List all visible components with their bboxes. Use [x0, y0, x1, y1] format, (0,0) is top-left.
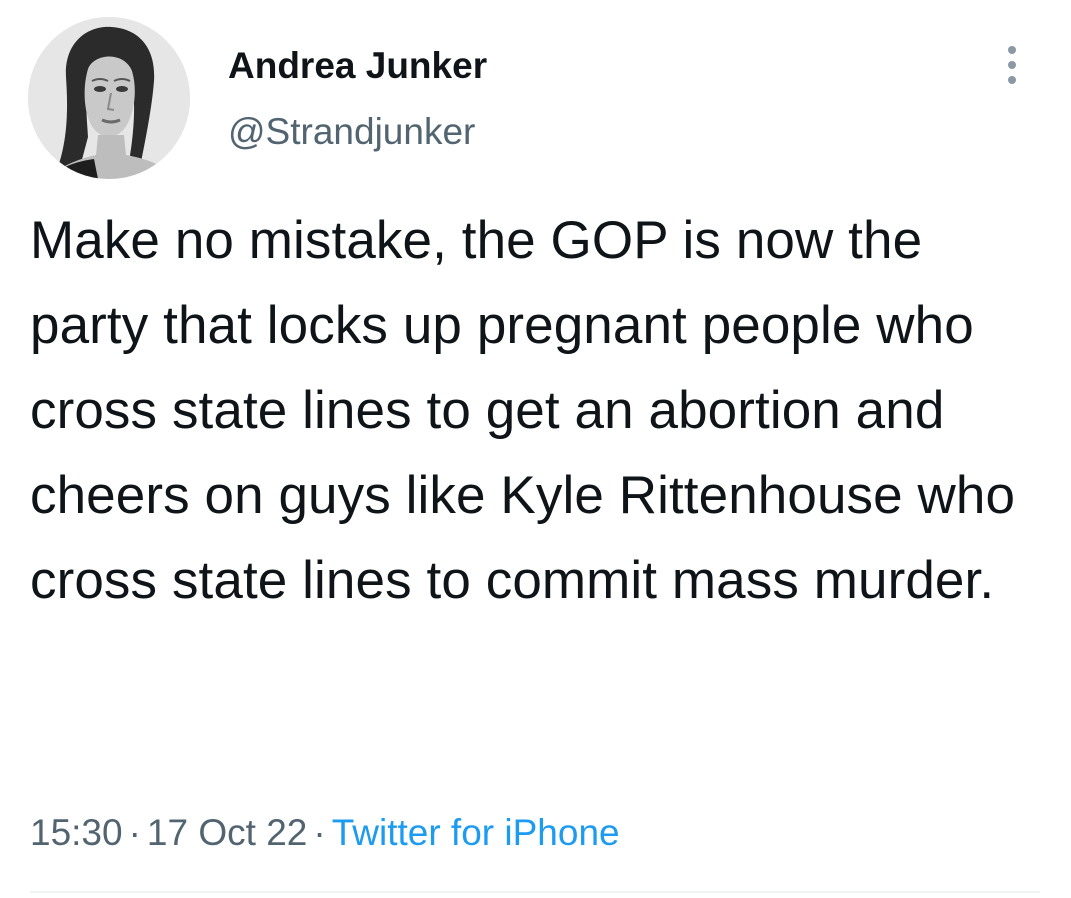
divider — [30, 891, 1040, 893]
more-options-button[interactable] — [990, 42, 1034, 88]
tweet-metadata: 15:30 · 17 Oct 22 · Twitter for iPhone — [30, 808, 620, 858]
separator-dot: · — [128, 812, 141, 853]
avatar-photo — [28, 17, 190, 179]
tweet-text: Make no mistake, the GOP is now the part… — [30, 211, 1016, 610]
more-vertical-icon — [1008, 46, 1016, 54]
tweet-card: Andrea Junker @Strandjunker Make no mist… — [0, 0, 1071, 898]
author-handle[interactable]: @Strandjunker — [228, 110, 475, 154]
author-display-name[interactable]: Andrea Junker — [228, 44, 487, 88]
separator-dot: · — [313, 812, 326, 853]
more-vertical-icon — [1008, 76, 1016, 84]
tweet-time[interactable]: 15:30 — [30, 812, 123, 853]
tweet-source-link[interactable]: Twitter for iPhone — [332, 812, 620, 853]
tweet-date[interactable]: 17 Oct 22 — [147, 812, 307, 853]
more-vertical-icon — [1008, 61, 1016, 69]
avatar[interactable] — [28, 17, 190, 179]
